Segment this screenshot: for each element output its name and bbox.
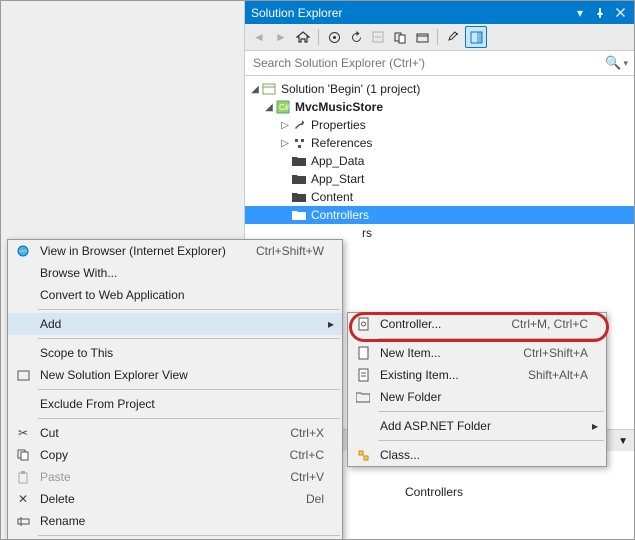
menu-new-view[interactable]: New Solution Explorer View xyxy=(8,364,342,386)
chevron-right-icon: ▸ xyxy=(324,317,334,331)
view-icon[interactable] xyxy=(412,27,432,47)
cut-icon: ✂ xyxy=(12,424,34,442)
pin-icon[interactable] xyxy=(592,5,608,21)
folder-icon xyxy=(291,207,307,223)
forward-icon[interactable]: ► xyxy=(271,27,291,47)
menu-new-item[interactable]: New Item...Ctrl+Shift+A xyxy=(348,342,606,364)
menu-delete[interactable]: ✕DeleteDel xyxy=(8,488,342,510)
search-icon[interactable]: 🔍 xyxy=(605,55,621,71)
folder-icon xyxy=(291,153,307,169)
preview-icon[interactable] xyxy=(465,26,487,48)
menu-view-in-browser[interactable]: View in Browser (Internet Explorer)Ctrl+… xyxy=(8,240,342,262)
menu-browse-with[interactable]: Browse With... xyxy=(8,262,342,284)
properties-icon[interactable] xyxy=(443,27,463,47)
new-item-icon xyxy=(352,344,374,362)
properties-value: Controllers xyxy=(405,485,463,499)
panel-titlebar: Solution Explorer ▾ xyxy=(245,1,634,24)
panel-title-text: Solution Explorer xyxy=(251,6,568,20)
search-box[interactable]: 🔍 ▾ xyxy=(245,51,634,76)
rename-icon xyxy=(12,512,34,530)
copy-icon xyxy=(12,446,34,464)
tree-properties[interactable]: ▷Properties xyxy=(245,116,634,134)
delete-icon: ✕ xyxy=(12,490,34,508)
references-icon xyxy=(291,135,307,151)
solution-tree: ◢Solution 'Begin' (1 project) ◢C#MvcMusi… xyxy=(245,76,634,246)
menu-cut[interactable]: ✂CutCtrl+X xyxy=(8,422,342,444)
wrench-icon xyxy=(291,117,307,133)
new-folder-icon xyxy=(352,388,374,406)
menu-separator xyxy=(38,418,340,419)
new-view-icon xyxy=(12,366,34,384)
menu-existing-item[interactable]: Existing Item...Shift+Alt+A xyxy=(348,364,606,386)
ie-icon xyxy=(12,242,34,260)
context-menu: View in Browser (Internet Explorer)Ctrl+… xyxy=(7,239,343,540)
menu-separator xyxy=(378,338,604,339)
chevron-right-icon: ▸ xyxy=(588,419,598,433)
folder-icon xyxy=(291,171,307,187)
csproj-icon: C# xyxy=(275,99,291,115)
add-submenu: Controller...Ctrl+M, Ctrl+C New Item...C… xyxy=(347,312,607,467)
menu-paste[interactable]: PasteCtrl+V xyxy=(8,466,342,488)
existing-item-icon xyxy=(352,366,374,384)
menu-scope[interactable]: Scope to This xyxy=(8,342,342,364)
menu-copy[interactable]: CopyCtrl+C xyxy=(8,444,342,466)
menu-exclude[interactable]: Exclude From Project xyxy=(8,393,342,415)
menu-rename[interactable]: Rename xyxy=(8,510,342,532)
back-icon[interactable]: ◄ xyxy=(249,27,269,47)
menu-separator xyxy=(378,411,604,412)
menu-separator xyxy=(378,440,604,441)
class-icon xyxy=(352,446,374,464)
menu-separator xyxy=(38,309,340,310)
tree-appstart[interactable]: App_Start xyxy=(245,170,634,188)
menu-separator xyxy=(38,338,340,339)
close-icon[interactable] xyxy=(612,5,628,21)
menu-new-folder[interactable]: New Folder xyxy=(348,386,606,408)
show-all-icon[interactable] xyxy=(390,27,410,47)
menu-asp-folder[interactable]: Add ASP.NET Folder▸ xyxy=(348,415,606,437)
panel-toolbar: ◄ ► xyxy=(245,24,634,51)
menu-convert[interactable]: Convert to Web Application xyxy=(8,284,342,306)
search-dropdown-icon[interactable]: ▾ xyxy=(623,58,628,69)
svg-text:C#: C# xyxy=(279,103,290,112)
dropdown-icon[interactable]: ▾ xyxy=(572,5,588,21)
refresh-icon[interactable] xyxy=(346,27,366,47)
menu-separator xyxy=(38,535,340,536)
controller-icon xyxy=(352,315,374,333)
folder-icon xyxy=(291,189,307,205)
solution-node[interactable]: ◢Solution 'Begin' (1 project) xyxy=(245,80,634,98)
tree-controllers[interactable]: Controllers xyxy=(245,206,634,224)
tree-references[interactable]: ▷References xyxy=(245,134,634,152)
search-input[interactable] xyxy=(251,55,605,71)
home-icon[interactable] xyxy=(293,27,313,47)
tree-content[interactable]: Content xyxy=(245,188,634,206)
menu-separator xyxy=(38,389,340,390)
collapse-icon[interactable] xyxy=(368,27,388,47)
sync-icon[interactable] xyxy=(324,27,344,47)
chevron-down-icon[interactable]: ▼ xyxy=(618,436,628,447)
solution-icon xyxy=(261,81,277,97)
menu-controller[interactable]: Controller...Ctrl+M, Ctrl+C xyxy=(348,313,606,335)
paste-icon xyxy=(12,468,34,486)
menu-class[interactable]: Class... xyxy=(348,444,606,466)
project-node[interactable]: ◢C#MvcMusicStore xyxy=(245,98,634,116)
menu-add[interactable]: Add▸ xyxy=(8,313,342,335)
tree-appdata[interactable]: App_Data xyxy=(245,152,634,170)
